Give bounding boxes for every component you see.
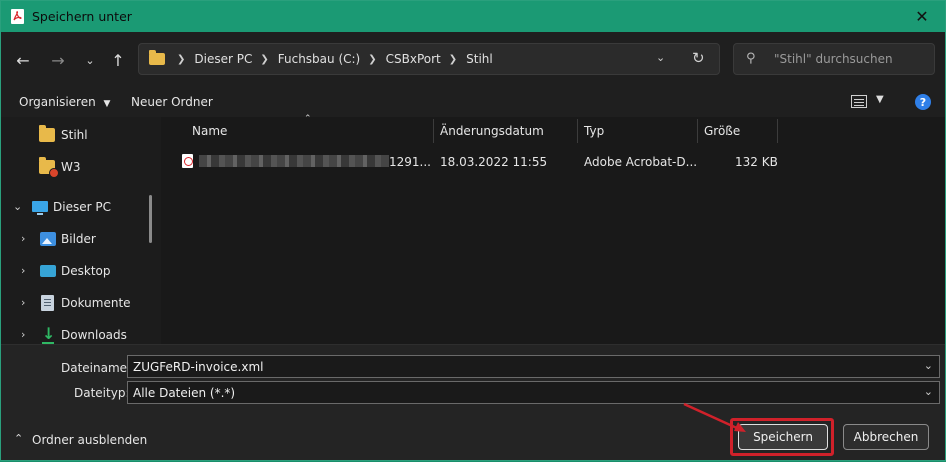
chevron-right-icon[interactable]: ❯ <box>368 54 376 65</box>
computer-icon <box>32 201 48 215</box>
nav-item-label: Bilder <box>61 232 96 246</box>
nav-item-bilder[interactable]: › Bilder <box>1 224 151 254</box>
chevron-right-icon[interactable]: ❯ <box>260 54 268 65</box>
column-header-label: Typ <box>584 124 605 138</box>
search-icon: ⚲ <box>746 51 756 66</box>
filename-value: ZUGFeRD-invoice.xml <box>133 360 264 374</box>
folder-warning-icon <box>39 157 59 178</box>
search-input[interactable]: ⚲ "Stihl" durchsuchen <box>733 43 935 75</box>
nav-item-label: Stihl <box>61 128 88 142</box>
navigation-scrollbar[interactable] <box>149 195 152 243</box>
breadcrumb-item[interactable]: Dieser PC <box>194 52 252 66</box>
caret-down-icon[interactable]: ▼ <box>876 94 884 105</box>
address-history-dropdown-icon[interactable]: ⌄ <box>656 51 665 64</box>
chevron-right-icon[interactable]: › <box>21 232 25 245</box>
nav-item-label: Dieser PC <box>53 200 111 214</box>
new-folder-button[interactable]: Neuer Ordner <box>131 95 213 109</box>
nav-item-dokumente[interactable]: › Dokumente <box>1 288 151 318</box>
save-as-dialog: Speichern unter ✕ ← → ⌄ ↑ ❯ Dieser PC ❯ … <box>0 0 946 461</box>
nav-item-downloads[interactable]: › Downloads <box>1 320 151 344</box>
arrow-right-icon[interactable]: → <box>46 49 70 71</box>
filetype-value: Alle Dateien (*.*) <box>133 386 236 400</box>
chevron-down-icon[interactable]: ⌄ <box>924 359 933 372</box>
breadcrumb-item[interactable]: Stihl <box>466 52 493 66</box>
chevron-right-icon[interactable]: › <box>21 296 25 309</box>
pdf-file-icon <box>182 154 193 168</box>
nav-item-desktop[interactable]: › Desktop <box>1 256 151 286</box>
filename-label: Dateiname: <box>61 361 132 375</box>
redacted-filename <box>199 155 389 167</box>
chevron-down-icon[interactable]: ⌄ <box>78 49 102 71</box>
chevron-right-icon[interactable]: ❯ <box>449 54 457 65</box>
help-icon[interactable]: ? <box>915 94 931 110</box>
desktop-icon <box>40 265 56 277</box>
file-row[interactable]: 1291... 18.03.2022 11:55 Adobe Acrobat-D… <box>161 151 945 173</box>
nav-item-dieser-pc[interactable]: ⌄ Dieser PC <box>1 192 151 222</box>
chevron-up-icon: ⌃ <box>14 432 24 445</box>
breadcrumb-item[interactable]: CSBxPort <box>386 52 441 66</box>
title-bar: Speichern unter ✕ <box>1 1 945 32</box>
file-name: 1291... <box>389 155 431 169</box>
address-bar[interactable]: ❯ Dieser PC ❯ Fuchsbau (C:) ❯ CSBxPort ❯… <box>138 43 720 75</box>
file-size: 132 KB <box>735 155 778 169</box>
chevron-down-icon[interactable]: ⌄ <box>13 200 22 213</box>
column-header-date[interactable]: Änderungsdatum <box>433 117 577 145</box>
documents-icon <box>41 295 54 311</box>
caret-down-icon: ▼ <box>103 99 111 109</box>
chevron-right-icon[interactable]: › <box>21 264 25 277</box>
refresh-icon[interactable]: ↻ <box>692 49 705 67</box>
filetype-label: Dateityp: <box>74 386 130 400</box>
nav-item-label: Downloads <box>61 328 127 342</box>
column-header-name[interactable]: Name <box>161 117 433 145</box>
filename-field[interactable]: ZUGFeRD-invoice.xml ⌄ <box>127 355 940 378</box>
close-icon[interactable]: ✕ <box>899 1 945 32</box>
arrow-left-icon[interactable]: ← <box>11 49 35 71</box>
pictures-icon <box>40 232 56 246</box>
column-header-label: Name <box>192 124 228 138</box>
nav-item-label: Dokumente <box>61 296 131 310</box>
search-placeholder: "Stihl" durchsuchen <box>774 52 893 66</box>
hide-folders-label: Ordner ausblenden <box>32 433 148 447</box>
nav-item-label: W3 <box>61 160 81 174</box>
nav-item-stihl[interactable]: Stihl <box>1 120 151 150</box>
folder-icon <box>149 50 165 65</box>
command-bar: Organisieren ▼ Neuer Ordner ▼ ? <box>1 87 945 117</box>
nav-item-label: Desktop <box>61 264 111 278</box>
cancel-button[interactable]: Abbrechen <box>843 424 929 450</box>
organize-label: Organisieren <box>19 95 96 109</box>
arrow-up-icon[interactable]: ↑ <box>106 49 130 71</box>
file-list: ⌃ Name Änderungsdatum Typ Größe 1291... … <box>161 114 945 344</box>
navigation-row: ← → ⌄ ↑ ❯ Dieser PC ❯ Fuchsbau (C:) ❯ CS… <box>1 32 945 87</box>
organize-button[interactable]: Organisieren ▼ <box>19 95 110 109</box>
annotation-highlight-box <box>730 418 834 456</box>
save-options-panel: Dateiname: ZUGFeRD-invoice.xml ⌄ Dateity… <box>1 344 945 460</box>
breadcrumb: ❯ Dieser PC ❯ Fuchsbau (C:) ❯ CSBxPort ❯… <box>169 52 493 66</box>
column-divider[interactable] <box>777 119 778 143</box>
chevron-right-icon[interactable]: ❯ <box>177 54 185 65</box>
filetype-select[interactable]: Alle Dateien (*.*) ⌄ <box>127 381 940 404</box>
navigation-pane: Stihl W3 ⌄ Dieser PC › Bilder › Desktop … <box>1 117 161 344</box>
column-header-label: Größe <box>704 124 741 138</box>
breadcrumb-item[interactable]: Fuchsbau (C:) <box>278 52 360 66</box>
nav-item-w3[interactable]: W3 <box>1 152 151 182</box>
view-options-icon[interactable] <box>851 95 867 108</box>
downloads-icon <box>41 324 55 344</box>
column-header-type[interactable]: Typ <box>577 117 697 145</box>
folder-icon <box>39 125 55 142</box>
column-header-size[interactable]: Größe <box>697 117 777 145</box>
chevron-right-icon[interactable]: › <box>21 328 25 341</box>
chevron-down-icon[interactable]: ⌄ <box>924 385 933 398</box>
pdf-app-icon <box>11 9 24 24</box>
file-type: Adobe Acrobat-D... <box>584 155 698 169</box>
file-date: 18.03.2022 11:55 <box>440 155 548 169</box>
window-title: Speichern unter <box>32 9 132 24</box>
column-header-label: Änderungsdatum <box>440 124 544 138</box>
